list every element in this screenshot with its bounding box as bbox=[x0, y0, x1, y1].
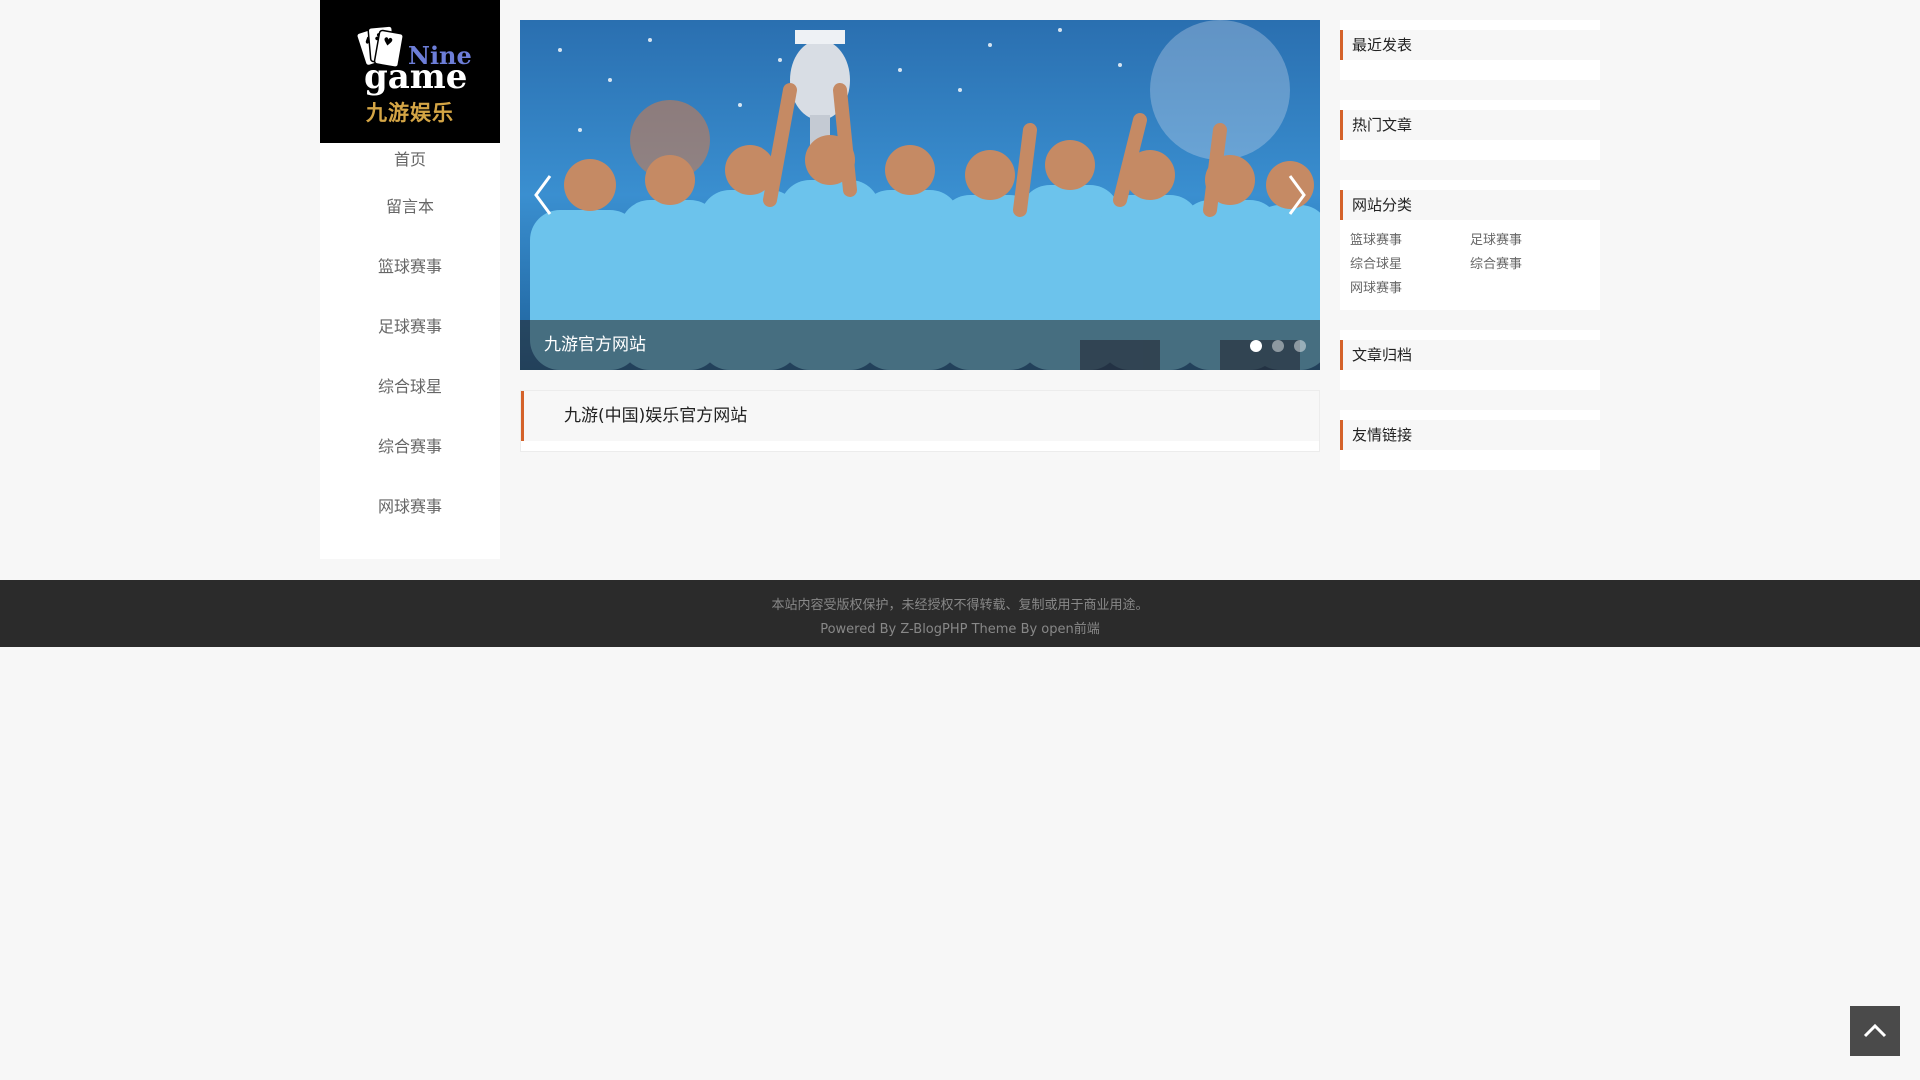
slide-image-team-celebration bbox=[520, 20, 1320, 370]
category-link[interactable]: 综合赛事 bbox=[1470, 256, 1590, 274]
main-nav: 首页 留言本 篮球赛事 足球赛事 综合球星 综合赛事 网球赛事 bbox=[320, 143, 500, 537]
nav-item-tennis[interactable]: 网球赛事 bbox=[320, 477, 500, 537]
slider-dots bbox=[1250, 340, 1306, 352]
category-list: 篮球赛事 足球赛事 综合球星 综合赛事 网球赛事 bbox=[1340, 220, 1600, 310]
post-title-link[interactable]: 九游(中国)娱乐官方网站 bbox=[564, 391, 747, 441]
back-to-top-button[interactable] bbox=[1850, 1006, 1900, 1056]
widget-title: 最近发表 bbox=[1340, 30, 1600, 60]
category-link[interactable]: 综合球星 bbox=[1350, 256, 1470, 274]
widget-body bbox=[1340, 450, 1600, 470]
chevron-right-icon bbox=[1288, 175, 1306, 215]
nav-item-basketball[interactable]: 篮球赛事 bbox=[320, 237, 500, 297]
powered-by-text: Powered By Z-BlogPHP Theme By open前端 bbox=[820, 622, 1100, 637]
slider-dot-3[interactable] bbox=[1294, 340, 1306, 352]
widget-title: 热门文章 bbox=[1340, 110, 1600, 140]
site-footer: 本站内容受版权保护，未经授权不得转载、复制或用于商业用途。 Powered By… bbox=[0, 580, 1920, 647]
copyright-notice: 本站内容受版权保护，未经授权不得转载、复制或用于商业用途。 bbox=[771, 598, 1149, 613]
left-sidebar: ♠ ♣ ♥ Nine game 九游娱乐 首页 留言本 篮球赛事 足球赛事 综合… bbox=[320, 0, 500, 559]
widget-archive: 文章归档 bbox=[1340, 330, 1600, 390]
slide-caption[interactable]: 九游官方网站 bbox=[520, 320, 1320, 370]
nav-item-events[interactable]: 综合赛事 bbox=[320, 417, 500, 477]
widget-body bbox=[1340, 60, 1600, 80]
main-content: 九游官方网站 九游(中国)娱乐官方网站 bbox=[520, 20, 1320, 452]
slider-dot-2[interactable] bbox=[1272, 340, 1284, 352]
post-list-item: 九游(中国)娱乐官方网站 bbox=[520, 390, 1320, 452]
nav-item-home[interactable]: 首页 bbox=[320, 143, 500, 177]
right-sidebar: 最近发表 热门文章 网站分类 篮球赛事 足球赛事 综合球星 综合赛事 网球赛事 … bbox=[1340, 20, 1600, 490]
slider-prev-arrow[interactable] bbox=[528, 170, 558, 220]
slider-next-arrow[interactable] bbox=[1282, 170, 1312, 220]
widget-body bbox=[1340, 370, 1600, 390]
widget-categories: 网站分类 篮球赛事 足球赛事 综合球星 综合赛事 网球赛事 bbox=[1340, 180, 1600, 310]
nav-item-stars[interactable]: 综合球星 bbox=[320, 357, 500, 417]
nav-item-football[interactable]: 足球赛事 bbox=[320, 297, 500, 357]
chevron-left-icon bbox=[534, 175, 552, 215]
category-link[interactable]: 篮球赛事 bbox=[1350, 232, 1470, 250]
widget-recent-posts: 最近发表 bbox=[1340, 20, 1600, 80]
chevron-up-icon bbox=[1863, 1023, 1887, 1038]
slider-dot-1[interactable] bbox=[1250, 340, 1262, 352]
widget-body bbox=[1340, 140, 1600, 160]
widget-hot-posts: 热门文章 bbox=[1340, 100, 1600, 160]
widget-title: 网站分类 bbox=[1340, 190, 1600, 220]
widget-friend-links: 友情链接 bbox=[1340, 410, 1600, 470]
category-link[interactable]: 足球赛事 bbox=[1470, 232, 1590, 250]
category-link[interactable]: 网球赛事 bbox=[1350, 280, 1470, 298]
widget-title: 文章归档 bbox=[1340, 340, 1600, 370]
nav-item-guestbook[interactable]: 留言本 bbox=[320, 177, 500, 237]
image-slider[interactable]: 九游官方网站 bbox=[520, 20, 1320, 370]
site-logo[interactable]: ♠ ♣ ♥ Nine game 九游娱乐 bbox=[320, 0, 500, 143]
post-title-bar: 九游(中国)娱乐官方网站 bbox=[521, 391, 1319, 441]
svg-text:game: game bbox=[364, 57, 467, 97]
logo-chinese-text: 九游娱乐 bbox=[366, 101, 454, 125]
widget-title: 友情链接 bbox=[1340, 420, 1600, 450]
